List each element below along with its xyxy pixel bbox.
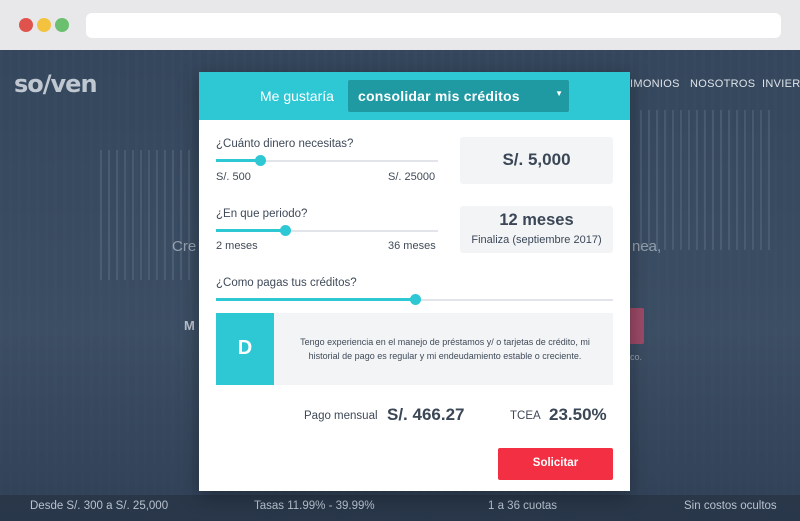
site-logo: so/ven	[14, 70, 98, 98]
background-text: Cre	[172, 238, 197, 255]
nav-item[interactable]: INVIER	[762, 78, 800, 90]
amount-value: S/. 5,000	[502, 150, 571, 169]
footer-strip: Desde S/. 300 a S/. 25,000 Tasas 11.99% …	[0, 495, 800, 521]
slider-fill	[216, 229, 285, 232]
slider-fill	[216, 298, 415, 301]
tcea-value: 23.50%	[549, 405, 607, 424]
purpose-label: Me gustaría	[260, 88, 334, 104]
period-max-label: 36 meses	[388, 240, 436, 252]
purpose-select[interactable]: consolidar mis créditos ▼	[348, 80, 569, 112]
grade-description: Tengo experiencia en el manejo de présta…	[300, 337, 590, 361]
amount-question: ¿Cuánto dinero necesitas?	[216, 138, 354, 150]
monthly-payment-label: Pago mensual	[304, 410, 378, 422]
payment-history-slider[interactable]	[216, 294, 613, 306]
apply-button-label: Solicitar	[532, 457, 579, 469]
background-window	[100, 150, 190, 280]
nav-item[interactable]: NOSOTROS	[690, 78, 755, 90]
period-min-label: 2 meses	[216, 240, 258, 252]
amount-value-box: S/. 5,000	[460, 137, 613, 184]
purpose-select-value: consolidar mis créditos	[358, 88, 520, 104]
footer-item: Sin costos ocultos	[684, 500, 777, 512]
apply-button[interactable]: Solicitar	[498, 448, 613, 480]
period-end-date: Finaliza (septiembre 2017)	[471, 234, 602, 246]
background-button	[628, 308, 644, 344]
slider-thumb[interactable]	[279, 225, 291, 236]
payment-history-question: ¿Como pagas tus créditos?	[216, 277, 357, 289]
footer-item: Desde S/. 300 a S/. 25,000	[30, 500, 169, 512]
browser-toolbar	[0, 0, 800, 50]
amount-min-label: S/. 500	[216, 171, 251, 183]
grade-badge: D	[216, 313, 274, 385]
period-slider[interactable]	[216, 225, 438, 237]
minimize-window-dot[interactable]	[37, 18, 51, 32]
amount-slider[interactable]	[216, 155, 438, 167]
amount-max-label: S/. 25000	[388, 171, 436, 183]
maximize-window-dot[interactable]	[55, 18, 69, 32]
loan-simulator-modal: Me gustaría consolidar mis créditos ▼ ¿C…	[199, 72, 630, 491]
period-value: 12 meses	[499, 211, 574, 229]
nav-item[interactable]: IMONIOS	[630, 78, 680, 90]
close-window-dot[interactable]	[19, 18, 33, 32]
slider-thumb[interactable]	[255, 155, 267, 166]
background-window	[640, 110, 770, 250]
footer-item: 1 a 36 cuotas	[488, 500, 558, 512]
background-text: M	[184, 318, 195, 333]
tcea-label: TCEA	[510, 410, 541, 422]
credit-grade-card: D Tengo experiencia en el manejo de prés…	[216, 313, 613, 385]
slider-thumb[interactable]	[409, 294, 421, 305]
address-bar[interactable]	[86, 13, 781, 38]
period-value-box: 12 meses Finaliza (septiembre 2017)	[460, 206, 613, 253]
background-text: co.	[630, 352, 643, 362]
background-text: nea,	[632, 238, 662, 255]
period-question: ¿En que periodo?	[216, 208, 308, 220]
caret-down-icon: ▼	[555, 89, 563, 98]
footer-item: Tasas 11.99% - 39.99%	[254, 500, 375, 512]
grade-letter: D	[237, 337, 253, 359]
modal-header: Me gustaría consolidar mis créditos ▼	[199, 72, 630, 120]
slider-fill	[216, 159, 261, 162]
monthly-payment-value: S/. 466.27	[387, 405, 465, 424]
